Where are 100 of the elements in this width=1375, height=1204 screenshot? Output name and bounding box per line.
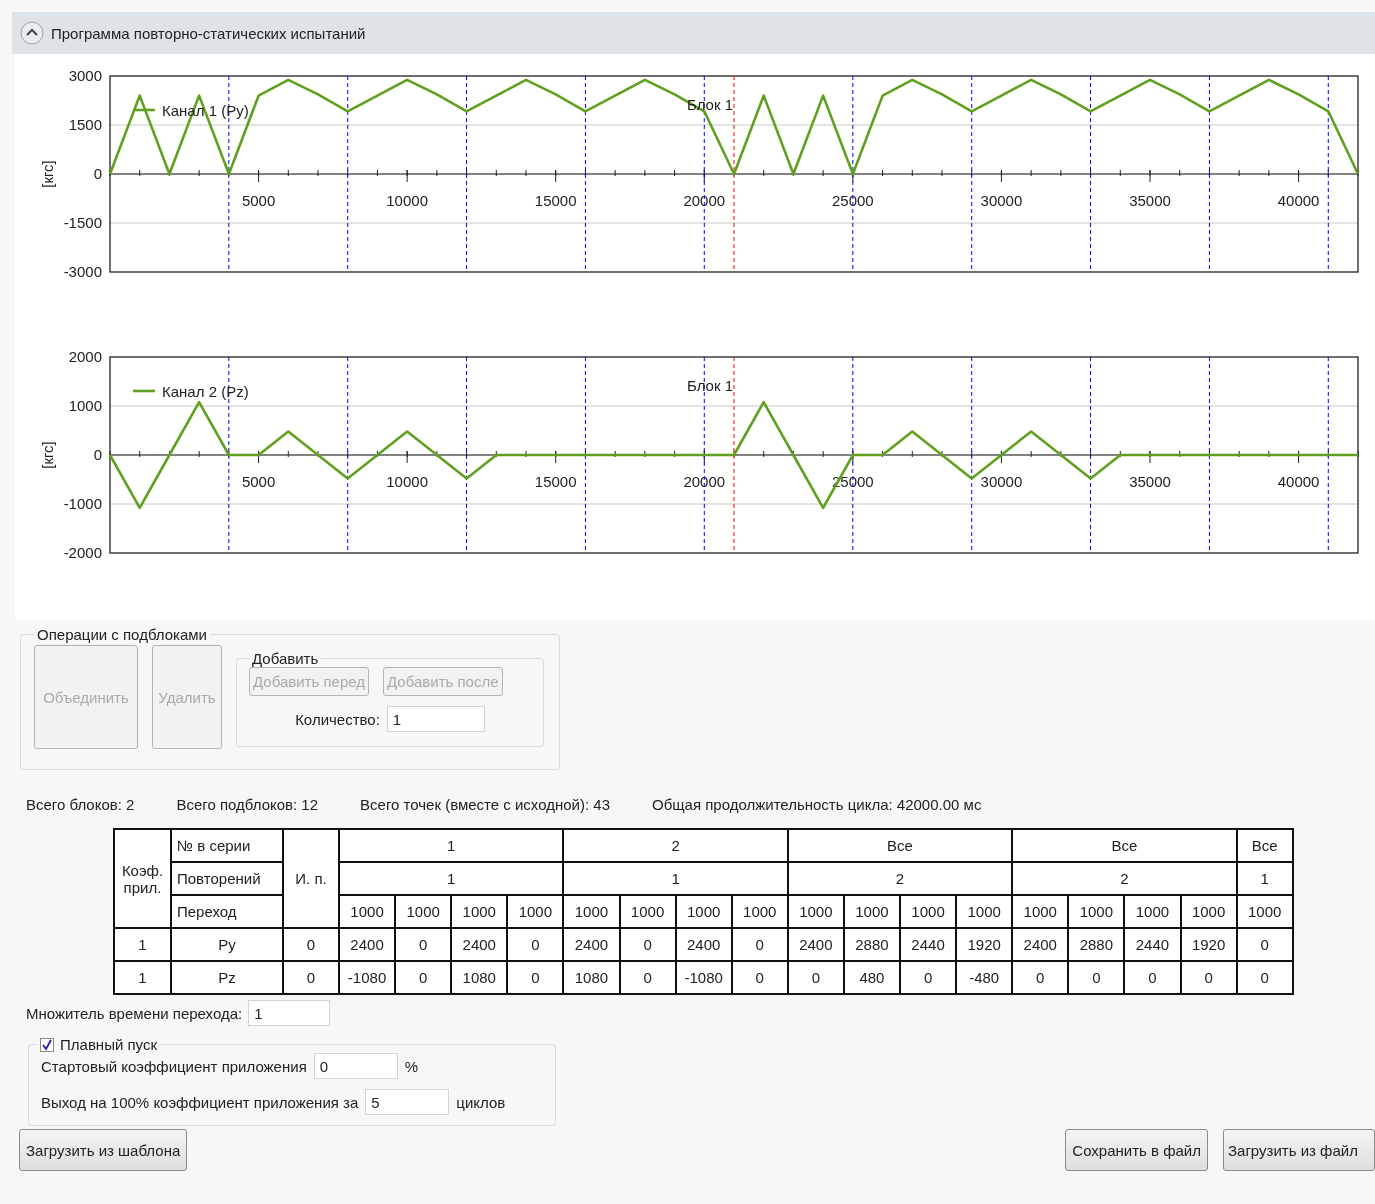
template-button[interactable]: Загрузить из шаблона	[19, 1129, 188, 1171]
checkbox[interactable]	[40, 1037, 54, 1052]
multiplier-field[interactable]: 1	[248, 1000, 331, 1026]
table-cell: 0	[1124, 961, 1181, 994]
field-label: Множитель времени перехода:	[26, 1004, 243, 1022]
repeats-cell: 2	[1012, 862, 1237, 895]
table-cell: 480	[843, 961, 900, 994]
table-cell: 2400	[787, 928, 844, 961]
table-cell: 0	[283, 928, 339, 961]
x-tick-label: 15000	[534, 192, 577, 209]
transition-cell: 1000	[395, 895, 452, 928]
field-label: Выход на 100% коэффициент приложения за	[41, 1093, 359, 1111]
transition-cell: 1000	[1124, 895, 1181, 928]
table-cell: -1080	[675, 961, 732, 994]
field-label: Количество:	[295, 710, 380, 728]
legend-label: Канал 2 (Pz)	[162, 383, 249, 400]
x-tick-label: 25000	[832, 192, 874, 209]
file-button[interactable]: Сохранить в файл	[1065, 1129, 1208, 1171]
table-cell: 0	[787, 961, 844, 994]
table-cell: 0	[395, 928, 452, 961]
stat-text: Всего блоков: 2	[26, 796, 135, 815]
x-tick-label: 30000	[980, 192, 1023, 209]
table-cell: -480	[956, 961, 1013, 994]
stat-text: Всего точек (вместе с исходной): 43	[360, 796, 610, 815]
table-cell: -1080	[339, 961, 396, 994]
x-tick-label: 5000	[241, 192, 276, 209]
table-cell: 1	[114, 961, 171, 994]
repeats-cell: 2	[787, 862, 1013, 895]
table-cell: 0	[1068, 961, 1125, 994]
table-cell: 0	[1236, 928, 1293, 961]
repeats-cell: 1	[563, 862, 788, 895]
table-cell: 0	[1180, 961, 1237, 994]
table-cell: 0	[1236, 961, 1293, 994]
transition-cell: 1000	[451, 895, 508, 928]
header-cell: И. п.	[283, 829, 339, 928]
x-tick-label: 40000	[1277, 473, 1320, 490]
x-tick-label: 35000	[1129, 192, 1171, 209]
legend-swatch	[133, 108, 155, 112]
header-cell: Коэф. прил.	[114, 829, 171, 928]
y-tick-label: -2000	[63, 544, 102, 561]
table-cell: 0	[507, 928, 564, 961]
x-tick-label: 20000	[683, 192, 726, 209]
series-cell: 2	[563, 829, 788, 862]
group-title: Добавить	[251, 650, 320, 667]
series-cell: Все	[1236, 829, 1293, 862]
unit-label: %	[404, 1057, 419, 1075]
x-tick-label: 30000	[980, 473, 1023, 490]
table-cell: 1920	[1180, 928, 1237, 961]
transition-cell: 1000	[787, 895, 844, 928]
group-title: Операции с подблоками	[36, 626, 208, 643]
annotation-label: Блок 1	[687, 377, 733, 394]
table-cell: 0	[619, 928, 676, 961]
y-tick-label: 1500	[68, 116, 102, 133]
legend-swatch	[133, 389, 155, 393]
file-button[interactable]: Загрузить из файл	[1223, 1129, 1375, 1171]
x-tick-label: 40000	[1277, 192, 1320, 209]
y-axis-title: [кгс]	[39, 160, 56, 188]
series-cell: Все	[787, 829, 1013, 862]
table-cell: Py	[171, 928, 283, 961]
cycles-field[interactable]: 5	[365, 1089, 450, 1115]
table-cell: 2440	[900, 928, 957, 961]
table-cell: 0	[731, 961, 788, 994]
repeats-cell: 1	[339, 862, 564, 895]
transition-cell: 1000	[619, 895, 676, 928]
collapse-icon[interactable]	[20, 21, 44, 45]
stat-text: Всего подблоков: 12	[176, 796, 319, 815]
y-tick-label: 0	[93, 446, 102, 463]
table-cell: 2880	[843, 928, 900, 961]
table-cell: 2400	[451, 928, 508, 961]
table-cell: 2400	[1012, 928, 1069, 961]
transition-cell: 1000	[731, 895, 788, 928]
table-cell: 1	[114, 928, 171, 961]
quantity-field[interactable]: 1	[386, 706, 485, 732]
transition-cell: 1000	[675, 895, 732, 928]
transition-cell: 1000	[1180, 895, 1237, 928]
table-cell: Pz	[171, 961, 283, 994]
y-tick-label: -1000	[63, 495, 102, 512]
x-tick-label: 15000	[534, 473, 577, 490]
panel-header[interactable]: Программа повторно-статических испытаний	[12, 12, 1375, 54]
x-tick-label: 10000	[386, 473, 428, 490]
x-tick-label: 35000	[1129, 473, 1171, 490]
repeats-cell: 1	[1236, 862, 1293, 895]
start-coef-field[interactable]: 0	[313, 1053, 398, 1079]
table-cell: 0	[731, 928, 788, 961]
table-cell: 1920	[956, 928, 1013, 961]
x-tick-label: 5000	[241, 473, 276, 490]
table-cell: 1080	[451, 961, 508, 994]
table-cell: 0	[507, 961, 564, 994]
transition-cell: 1000	[339, 895, 396, 928]
table-cell: 2400	[563, 928, 620, 961]
transition-cell: 1000	[563, 895, 620, 928]
y-tick-label: 2000	[68, 348, 102, 365]
table-cell: 0	[900, 961, 957, 994]
series-cell: 1	[339, 829, 564, 862]
field-label: Стартовый коэффициент приложения	[41, 1057, 307, 1075]
y-tick-label: 0	[93, 165, 102, 182]
checkbox-label: Плавный пуск	[60, 1036, 157, 1053]
y-axis-title: [кгс]	[39, 441, 56, 469]
transition-cell: 1000	[956, 895, 1013, 928]
table-cell: 2400	[339, 928, 396, 961]
